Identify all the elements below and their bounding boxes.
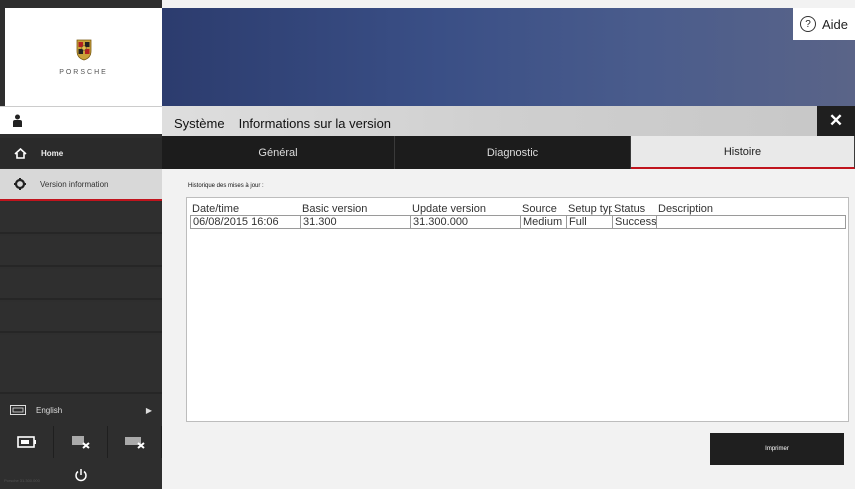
help-icon: ? <box>799 16 816 32</box>
sidebar-empty-slot <box>0 203 162 234</box>
header-banner: ? Aide <box>162 8 855 106</box>
tab-bar: Général Diagnostic Histoire <box>162 136 855 169</box>
sidebar-item-home[interactable]: Home <box>0 138 162 168</box>
power-icon <box>75 468 87 481</box>
table-cell: 31.300 <box>300 215 410 229</box>
toolbar-tools <box>0 426 162 458</box>
sidebar-item-label: Version information <box>40 179 109 189</box>
version-footnote: Porsche 31.300.000 <box>4 478 40 483</box>
column-header[interactable]: Description <box>656 203 846 215</box>
breadcrumb-system: Système <box>174 116 225 131</box>
crest-icon <box>76 39 91 60</box>
table-cell: Full <box>566 215 612 229</box>
device-disconnect-icon <box>71 436 90 449</box>
app-window: PORSCHE Home Version information English… <box>0 0 855 489</box>
tab-label: Diagnostic <box>486 146 539 159</box>
power-button[interactable] <box>0 460 162 489</box>
logo-wordmark: PORSCHE <box>59 68 108 76</box>
close-button[interactable]: ✕ <box>817 106 855 136</box>
home-icon <box>14 147 27 159</box>
table-cell: 06/08/2015 16:06 <box>190 215 300 229</box>
table-header: Date/time Basic version Update version S… <box>190 203 846 215</box>
help-label: Aide <box>821 16 849 32</box>
table-row[interactable]: 06/08/2015 16:06 31.300 31.300.000 Mediu… <box>190 215 846 229</box>
disconnect-vehicle-button[interactable] <box>108 426 162 458</box>
sidebar-empty-slot <box>0 236 162 267</box>
language-selector[interactable]: English ▶ <box>0 396 162 424</box>
sidebar-empty-slot <box>0 269 162 300</box>
column-header[interactable]: Setup typ <box>566 203 612 215</box>
user-button[interactable] <box>0 106 162 134</box>
tab-history[interactable]: Histoire <box>631 136 855 169</box>
sidebar-empty-slot <box>0 362 162 394</box>
table-cell <box>656 215 846 229</box>
column-header[interactable]: Source <box>520 203 566 215</box>
sidebar-empty-slot <box>0 302 162 333</box>
column-header[interactable]: Status <box>612 203 656 215</box>
user-icon <box>13 114 22 127</box>
main-content: Historique des mises à jour : Date/time … <box>162 169 855 489</box>
table-cell: Medium <box>520 215 566 229</box>
page-title: Informations sur la version <box>238 116 392 131</box>
gear-icon <box>14 178 26 190</box>
breadcrumb: Système Informations sur la version ✕ <box>162 106 855 136</box>
tab-label: Général <box>258 146 298 159</box>
sidebar-item-label: Home <box>41 148 64 158</box>
sidebar: PORSCHE Home Version information English… <box>0 0 162 489</box>
history-label: Historique des mises à jour : <box>188 183 264 189</box>
battery-icon <box>16 436 36 448</box>
tab-label: Histoire <box>723 145 762 158</box>
table-cell: 31.300.000 <box>410 215 520 229</box>
language-label: English <box>36 405 63 415</box>
keyboard-icon <box>10 405 26 415</box>
tab-general[interactable]: Général <box>162 136 395 169</box>
print-button[interactable]: Imprimer <box>710 433 844 465</box>
sidebar-item-version-information[interactable]: Version information <box>0 169 162 201</box>
vehicle-disconnect-icon <box>124 437 145 449</box>
battery-button[interactable] <box>0 426 54 458</box>
column-header[interactable]: Date/time <box>190 203 300 215</box>
help-button[interactable]: ? Aide <box>793 8 855 40</box>
column-header[interactable]: Update version <box>410 203 520 215</box>
disconnect-device-button[interactable] <box>54 426 108 458</box>
history-table[interactable]: Date/time Basic version Update version S… <box>186 197 849 422</box>
chevron-right-icon: ▶ <box>145 405 152 415</box>
print-label: Imprimer <box>765 446 789 452</box>
table-cell: Success <box>612 215 656 229</box>
tab-diagnostic[interactable]: Diagnostic <box>395 136 631 169</box>
porsche-logo: PORSCHE <box>5 8 162 106</box>
close-icon: ✕ <box>828 111 844 130</box>
column-header[interactable]: Basic version <box>300 203 410 215</box>
